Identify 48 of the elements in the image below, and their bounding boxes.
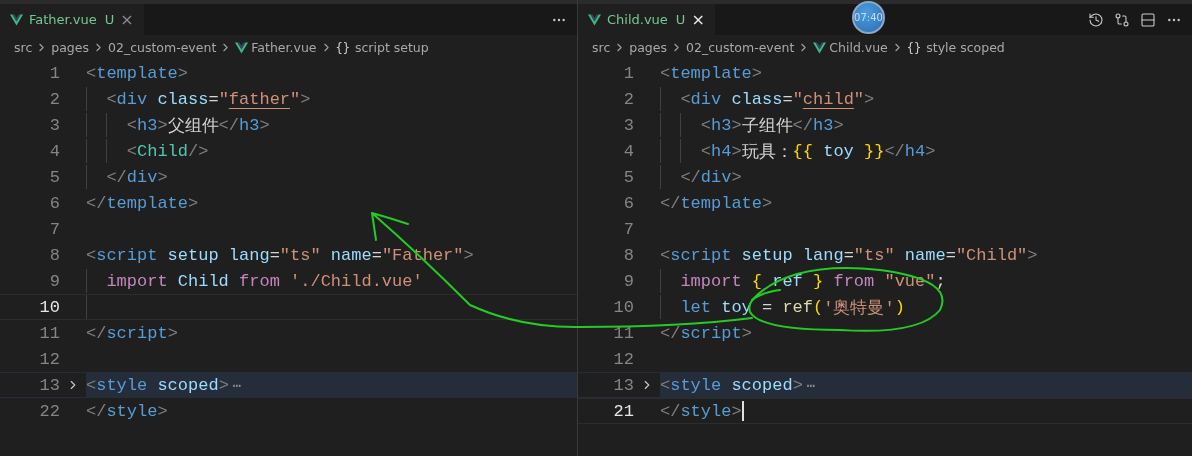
history-icon[interactable] [1088, 11, 1104, 28]
code-line: </template> [660, 193, 773, 213]
breadcrumb-item[interactable]: Child.vue [829, 40, 888, 55]
breadcrumb-item[interactable]: Father.vue [251, 40, 317, 55]
breadcrumb-item[interactable]: script setup [354, 40, 429, 55]
code-line: <style scoped> ⋯ [660, 375, 816, 395]
breadcrumb-item[interactable]: pages [629, 40, 667, 55]
compare-icon[interactable] [1114, 11, 1130, 28]
code-line: <template> [660, 63, 763, 83]
code-line: </style> [86, 401, 168, 421]
breadcrumb-item[interactable]: 02_custom-event [686, 40, 795, 55]
braces-icon: {} [335, 40, 350, 55]
code-line: </script> [660, 323, 752, 343]
code-line: <h4>玩具：{{ toy }}</h4> [700, 140, 936, 163]
close-button[interactable]: × [120, 11, 134, 28]
line-number: 13 [0, 373, 60, 397]
braces-icon: {} [906, 40, 922, 55]
vue-logo-icon [813, 41, 827, 54]
close-button[interactable]: × [691, 11, 705, 28]
code-line: <div class="child"> [680, 89, 875, 109]
breadcrumb-item[interactable]: style scoped [926, 40, 1005, 55]
code-line: </div> [106, 167, 168, 187]
breadcrumb-item[interactable]: pages [51, 40, 89, 55]
code-line: <script setup lang="ts" name="Child"> [660, 245, 1038, 265]
code-line: </template> [86, 193, 199, 213]
code-line: </div> [680, 167, 742, 187]
code-line: </script> [86, 323, 178, 343]
code-line: <h3>子组件</h3> [700, 114, 844, 137]
breadcrumb-item[interactable]: src [14, 40, 33, 55]
code-line: </style> [660, 401, 744, 421]
code-line: <Child/> [126, 141, 209, 161]
split-editor-icon[interactable] [1140, 11, 1156, 28]
untracked-status: U [104, 12, 115, 27]
code-line: <style scoped> ⋯ [86, 375, 242, 395]
code-line: <h3>父组件</h3> [126, 114, 270, 137]
code-line: <div class="father"> [106, 89, 311, 109]
text-cursor [741, 401, 744, 421]
vue-logo-icon [235, 41, 249, 54]
editor-tab[interactable]: Child.vue U × [578, 4, 715, 35]
vue-logo-icon [10, 13, 23, 26]
breadcrumb-item[interactable]: 02_custom-event [108, 40, 217, 55]
untracked-status: U [675, 12, 686, 27]
breadcrumb-item[interactable]: src [592, 40, 611, 55]
line-number: 13 [578, 373, 634, 397]
editor-tab[interactable]: Father.vue U × [0, 4, 144, 35]
code-line: import Child from './Child.vue' [106, 271, 423, 291]
vue-logo-icon [588, 13, 601, 26]
code-line: <template> [86, 63, 189, 83]
